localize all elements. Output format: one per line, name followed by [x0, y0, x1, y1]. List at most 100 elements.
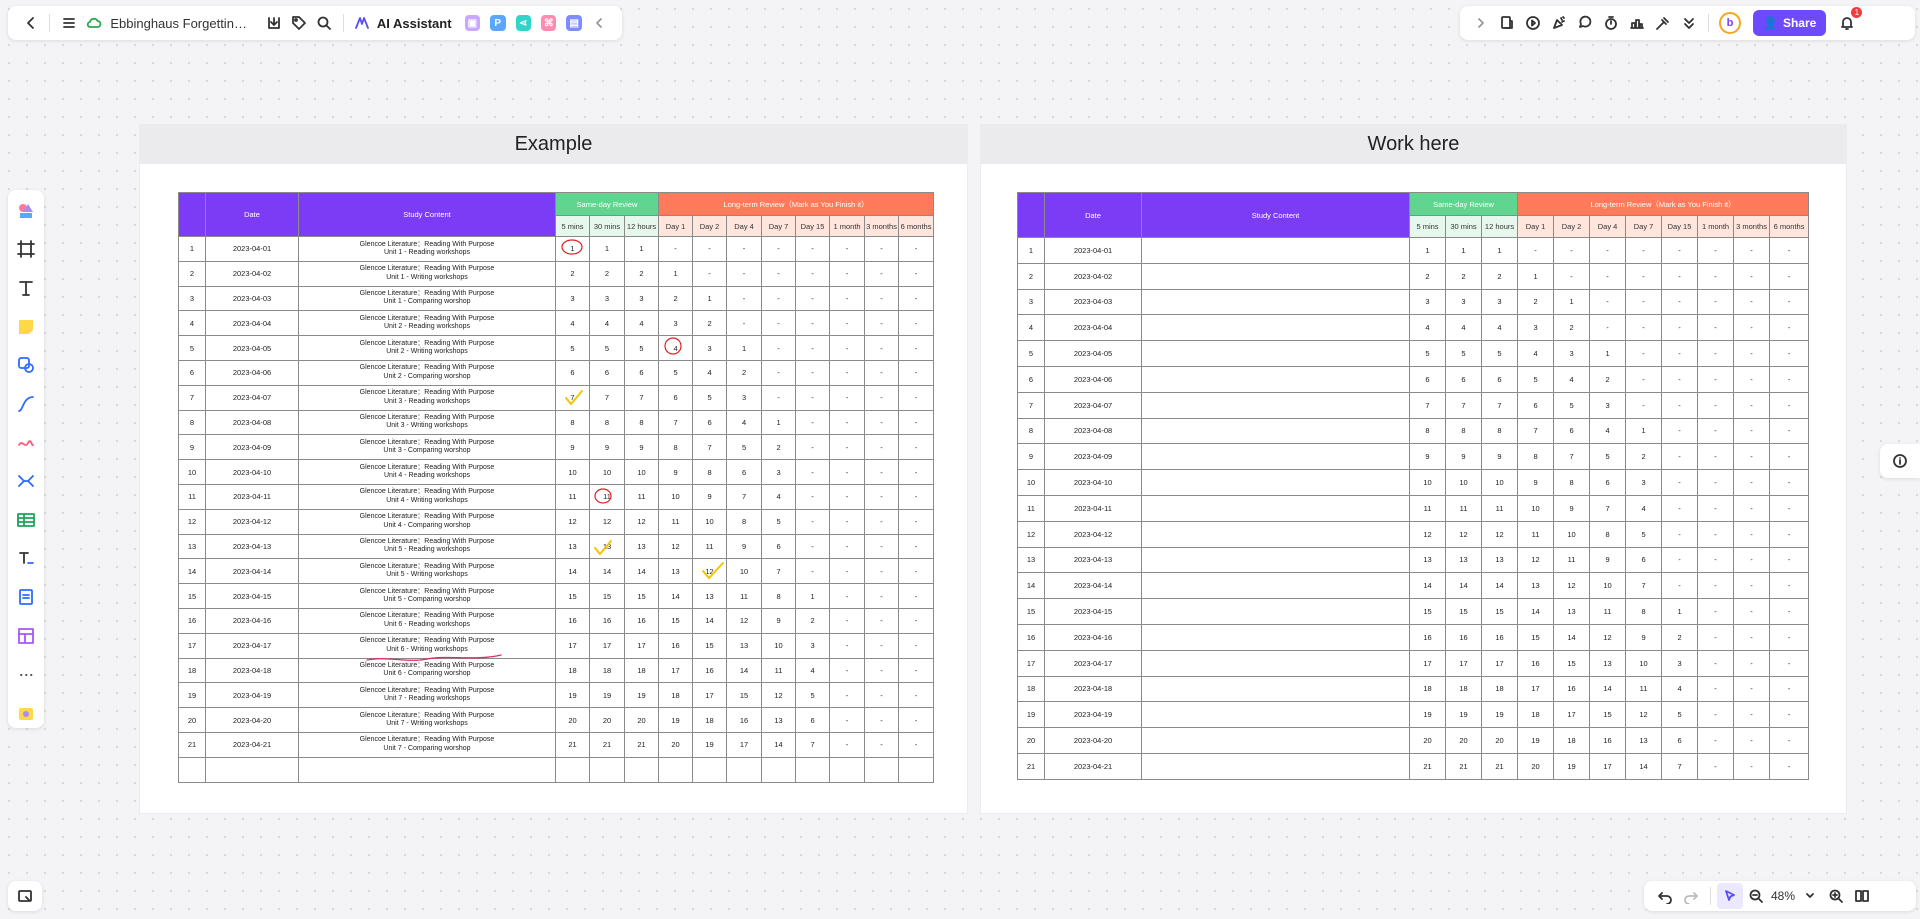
review-cell[interactable]: - — [1589, 314, 1627, 342]
review-cell[interactable]: 15 — [1409, 598, 1446, 625]
review-cell[interactable]: 18 — [1553, 727, 1591, 754]
review-cell[interactable]: 15 — [555, 583, 590, 609]
review-cell[interactable]: 19 — [692, 731, 728, 758]
redo-icon[interactable] — [1678, 883, 1704, 909]
review-cell[interactable]: - — [829, 434, 866, 461]
review-cell[interactable]: 10 — [1480, 469, 1519, 496]
review-cell[interactable]: 9 — [761, 607, 797, 634]
review-cell[interactable]: - — [1697, 623, 1735, 651]
presentation-app-icon[interactable]: P — [490, 15, 506, 31]
review-cell[interactable]: 18 — [1445, 675, 1482, 703]
review-cell[interactable]: - — [829, 459, 866, 485]
review-cell[interactable]: - — [829, 483, 866, 510]
review-cell[interactable]: - — [795, 335, 831, 361]
review-cell[interactable]: 5 — [1625, 520, 1663, 548]
review-cell[interactable]: - — [829, 508, 866, 535]
review-cell[interactable]: 11 — [1553, 546, 1591, 574]
review-cell[interactable]: 12 — [1445, 520, 1482, 548]
review-cell[interactable]: 17 — [1517, 675, 1555, 703]
review-cell[interactable]: - — [829, 310, 866, 337]
review-cell[interactable]: - — [1661, 340, 1699, 367]
review-cell[interactable]: 5 — [1553, 391, 1591, 419]
review-cell[interactable]: 8 — [555, 409, 590, 436]
review-cell[interactable]: 7 — [589, 384, 625, 411]
review-cell[interactable]: 8 — [1480, 417, 1519, 445]
review-cell[interactable]: 13 — [1625, 727, 1663, 754]
review-cell[interactable]: - — [829, 533, 866, 560]
mindmap-icon[interactable] — [12, 466, 40, 496]
review-cell[interactable]: 9 — [1409, 443, 1446, 471]
review-cell[interactable]: 18 — [1517, 701, 1555, 729]
study-content-cell[interactable]: Glencoe Literature：Reading With Purpose U… — [298, 682, 556, 709]
review-cell[interactable]: - — [864, 236, 900, 262]
review-cell[interactable]: - — [1697, 752, 1735, 780]
review-cell[interactable]: - — [1733, 314, 1771, 342]
review-cell[interactable]: - — [864, 459, 900, 485]
review-cell[interactable]: - — [692, 236, 728, 262]
review-cell[interactable]: 11 — [555, 483, 590, 510]
review-cell[interactable]: 10 — [692, 508, 728, 535]
undo-icon[interactable] — [1652, 883, 1678, 909]
comment-icon[interactable] — [1572, 10, 1598, 36]
review-cell[interactable]: 11 — [1445, 494, 1482, 522]
review-cell[interactable]: - — [1625, 237, 1663, 264]
chat-app-icon[interactable]: ▤ — [566, 15, 582, 31]
review-cell[interactable]: 8 — [761, 583, 797, 609]
review-cell[interactable]: 1 — [1480, 237, 1519, 264]
review-cell[interactable]: 16 — [623, 607, 660, 634]
review-cell[interactable]: 14 — [692, 607, 728, 634]
review-cell[interactable]: - — [898, 359, 935, 386]
review-cell[interactable]: 2 — [1445, 262, 1482, 290]
review-cell[interactable]: - — [898, 260, 935, 287]
review-cell[interactable]: - — [1769, 598, 1810, 625]
review-cell[interactable]: - — [761, 310, 797, 337]
review-cell[interactable]: 6 — [795, 707, 831, 733]
review-cell[interactable]: 18 — [589, 657, 625, 684]
study-content-cell[interactable]: Glencoe Literature：Reading With Purpose U… — [298, 434, 556, 461]
review-cell[interactable]: - — [1769, 546, 1810, 574]
date-cell[interactable]: 2023-04-13 — [1044, 546, 1142, 574]
review-cell[interactable]: 2 — [589, 260, 625, 287]
review-cell[interactable]: 2 — [1589, 365, 1627, 393]
review-cell[interactable]: 18 — [692, 707, 728, 733]
empty-cell[interactable] — [829, 756, 866, 783]
review-cell[interactable]: 8 — [726, 508, 763, 535]
review-cell[interactable]: 5 — [1409, 340, 1446, 367]
review-cell[interactable]: 8 — [1625, 598, 1663, 625]
review-cell[interactable]: - — [1769, 288, 1810, 316]
review-cell[interactable]: 4 — [692, 359, 728, 386]
document-icon[interactable] — [12, 582, 40, 612]
empty-cell[interactable] — [178, 756, 206, 783]
chevron-down-icon[interactable] — [1797, 883, 1823, 909]
study-content-cell[interactable]: Glencoe Literature：Reading With Purpose U… — [298, 731, 556, 758]
review-cell[interactable]: 11 — [1480, 494, 1519, 522]
date-cell[interactable]: 2023-04-03 — [205, 285, 299, 312]
frame-icon[interactable] — [12, 235, 40, 265]
review-cell[interactable]: 14 — [1480, 572, 1519, 600]
review-cell[interactable]: 10 — [658, 483, 694, 510]
study-content-cell[interactable] — [1141, 675, 1410, 703]
review-cell[interactable]: 16 — [1553, 675, 1591, 703]
review-cell[interactable]: - — [829, 285, 866, 312]
review-cell[interactable]: 10 — [1553, 520, 1591, 548]
review-cell[interactable]: 12 — [658, 533, 694, 560]
date-cell[interactable]: 2023-04-08 — [1044, 417, 1142, 445]
review-cell[interactable]: - — [898, 583, 935, 609]
review-cell[interactable]: 17 — [1589, 752, 1627, 780]
review-cell[interactable]: - — [1697, 727, 1735, 754]
review-cell[interactable]: 4 — [589, 310, 625, 337]
review-cell[interactable]: - — [864, 707, 900, 733]
share-button[interactable]: 👤 Share — [1753, 10, 1827, 36]
review-cell[interactable]: 3 — [1589, 391, 1627, 419]
review-cell[interactable]: - — [795, 260, 831, 287]
review-cell[interactable]: 13 — [555, 533, 590, 560]
date-cell[interactable]: 2023-04-17 — [1044, 649, 1142, 677]
review-cell[interactable]: 15 — [1480, 598, 1519, 625]
review-cell[interactable]: 2 — [692, 310, 728, 337]
date-cell[interactable]: 2023-04-17 — [205, 632, 299, 659]
search-icon[interactable] — [312, 10, 337, 36]
zoom-level[interactable]: 48% — [1771, 889, 1795, 903]
review-cell[interactable]: 3 — [761, 459, 797, 485]
review-cell[interactable]: 17 — [658, 657, 694, 684]
review-cell[interactable]: 15 — [692, 632, 728, 659]
